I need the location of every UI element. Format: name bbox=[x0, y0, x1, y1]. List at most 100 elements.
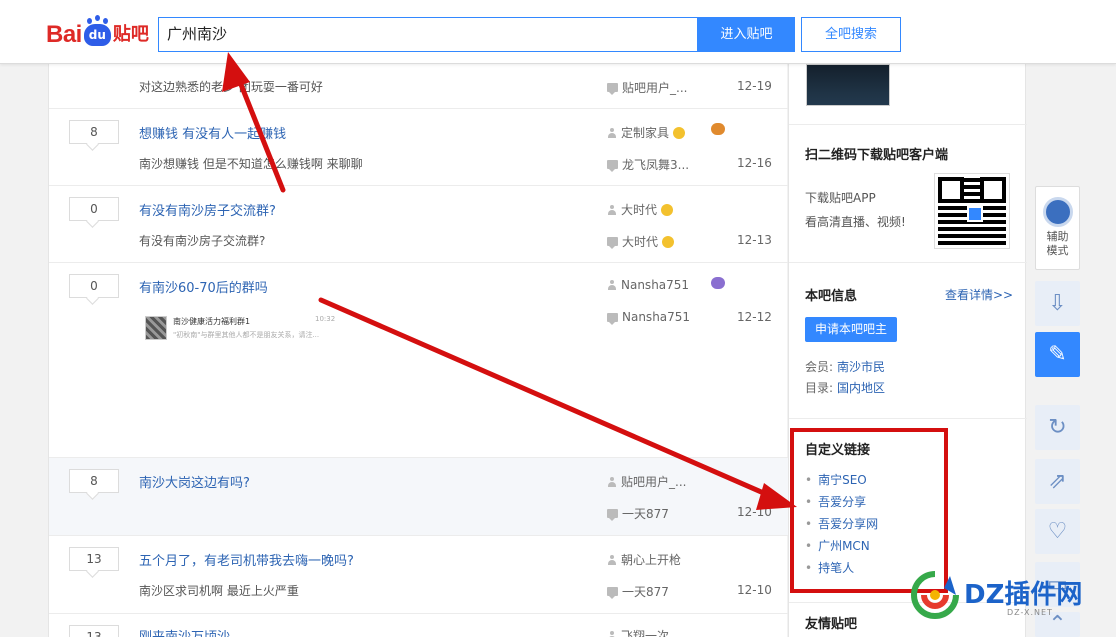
emoji-icon bbox=[662, 235, 675, 248]
forum-photo[interactable] bbox=[806, 64, 890, 106]
thread-author[interactable]: 飞翔一次 bbox=[607, 627, 669, 637]
dz-logo-icon bbox=[911, 571, 959, 619]
thumbnail-time: 10:32 bbox=[315, 315, 336, 323]
forum-info-heading: 本吧信息 bbox=[805, 289, 858, 304]
reply-count: 8 bbox=[69, 469, 119, 493]
new-post-button[interactable]: ✎ bbox=[1035, 332, 1080, 377]
thread-row: 对这边熟悉的老乡 团玩耍一番可好 贴吧用户_... 12-19 bbox=[49, 64, 788, 109]
thread-abstract: 南沙想赚钱 但是不知道怎么赚钱啊 来聊聊 bbox=[139, 157, 363, 171]
thread-abstract: 南沙区求司机啊 最近上火严重 bbox=[139, 584, 299, 598]
helper-mode-label: 模式 bbox=[1046, 244, 1069, 257]
thread-author[interactable]: 定制家具 bbox=[607, 124, 686, 141]
accessibility-icon bbox=[1042, 197, 1073, 227]
all-search-button[interactable]: 全吧搜索 bbox=[801, 17, 901, 52]
thread-list: 对这边熟悉的老乡 团玩耍一番可好 贴吧用户_... 12-19 8 想赚钱 有没… bbox=[48, 64, 788, 637]
share-icon: ⇗ bbox=[1048, 469, 1067, 494]
category-value[interactable]: 国内地区 bbox=[837, 381, 885, 395]
thread-author[interactable]: 大时代 bbox=[607, 201, 674, 218]
reply-icon bbox=[607, 237, 618, 249]
qr-text-download: 下载贴吧APP bbox=[805, 191, 876, 205]
member-value[interactable]: 南沙市民 bbox=[837, 360, 885, 374]
last-reply-name: Nansha751 bbox=[622, 310, 691, 324]
thread-abstract: 对这边熟悉的老乡 团玩耍一番可好 bbox=[139, 80, 323, 94]
logo-paw-icon: du bbox=[83, 18, 111, 46]
last-reply-user[interactable]: 贴吧用户_... bbox=[607, 79, 687, 96]
author-name: Nansha751 bbox=[621, 278, 690, 292]
like-button[interactable]: ♡ bbox=[1035, 509, 1080, 554]
thread-title[interactable]: 有南沙60-70后的群吗 bbox=[139, 277, 268, 296]
helper-mode-label: 辅助 bbox=[1046, 230, 1069, 243]
thread-author[interactable]: 朝心上开枪 bbox=[607, 551, 681, 568]
reply-count: 13 bbox=[69, 625, 119, 637]
last-reply-user[interactable]: 龙飞凤舞3... bbox=[607, 156, 689, 173]
qr-heading: 扫二维码下载贴吧客户端 bbox=[805, 148, 949, 163]
last-reply-name: 龙飞凤舞3... bbox=[622, 158, 690, 172]
member-badge-icon bbox=[711, 123, 725, 135]
user-icon bbox=[607, 280, 617, 290]
last-reply-user[interactable]: 大时代 bbox=[607, 233, 675, 250]
view-details-link[interactable]: 查看详情>> bbox=[945, 286, 1013, 303]
user-icon bbox=[607, 127, 617, 138]
thread-title[interactable]: 南沙大岗这边有吗? bbox=[139, 472, 250, 491]
logo-tieba-text: 贴吧 bbox=[112, 24, 149, 45]
thread-date: 12-19 bbox=[737, 79, 772, 93]
thread-title[interactable]: 五个月了，有老司机带我去嗨一晚吗? bbox=[139, 550, 354, 569]
divider bbox=[789, 418, 1027, 419]
last-reply-name: 一天877 bbox=[622, 507, 669, 521]
reply-icon bbox=[607, 509, 618, 521]
last-reply-user[interactable]: 一天877 bbox=[607, 583, 669, 600]
reply-icon bbox=[607, 587, 618, 599]
reply-count: 8 bbox=[69, 120, 119, 144]
thread-date: 12-12 bbox=[737, 310, 772, 324]
member-info: 会员: 南沙市民 bbox=[805, 358, 885, 375]
reply-count: 13 bbox=[69, 547, 119, 571]
thread-title[interactable]: 想赚钱 有没有人一起赚钱 bbox=[139, 123, 286, 142]
thread-date: 12-10 bbox=[737, 583, 772, 597]
thread-author[interactable]: 贴吧用户_... bbox=[607, 473, 686, 490]
divider bbox=[789, 262, 1027, 263]
thread-title[interactable]: 刚来南沙万顷沙 bbox=[139, 626, 230, 637]
thread-row: 0 有南沙60-70后的群吗 南沙健康活力福利群1 "初秋南"与群里其他人都不是… bbox=[49, 263, 788, 458]
member-label: 会员: bbox=[805, 360, 834, 374]
refresh-button[interactable]: ↻ bbox=[1035, 405, 1080, 450]
reply-icon bbox=[607, 312, 618, 325]
thread-date: 12-16 bbox=[737, 156, 772, 170]
last-reply-user[interactable]: Nansha751 bbox=[607, 310, 691, 325]
last-reply-name: 一天877 bbox=[622, 585, 669, 599]
thread-title[interactable]: 有没有南沙房子交流群? bbox=[139, 200, 276, 219]
qr-code-icon bbox=[934, 173, 1010, 249]
edit-icon: ✎ bbox=[1048, 342, 1067, 367]
category-label: 目录: bbox=[805, 381, 834, 395]
refresh-icon: ↻ bbox=[1048, 415, 1067, 440]
logo-bai-text: Bai bbox=[46, 21, 82, 48]
user-icon bbox=[607, 476, 617, 487]
thumbnail-title: 南沙健康活力福利群1 bbox=[173, 317, 251, 326]
thread-author[interactable]: Nansha751 bbox=[607, 278, 689, 292]
thread-row: 8 想赚钱 有没有人一起赚钱 南沙想赚钱 但是不知道怎么赚钱啊 来聊聊 定制家具… bbox=[49, 109, 788, 186]
emoji-icon bbox=[661, 203, 674, 216]
right-sidebar: 扫二维码下载贴吧客户端 下载贴吧APP 看高清直播、视频! 本吧信息 查看详情>… bbox=[788, 64, 1027, 637]
thread-thumbnail[interactable]: 南沙健康活力福利群1 "初秋南"与群里其他人都不是朋友关系，请注... 10:3… bbox=[145, 313, 335, 343]
user-icon bbox=[607, 630, 617, 637]
last-reply-name: 贴吧用户_... bbox=[622, 81, 688, 95]
group-avatar-icon bbox=[145, 316, 167, 340]
top-header: Bai du 贴吧 广州南沙 进入贴吧 全吧搜索 bbox=[0, 0, 1116, 64]
last-reply-user[interactable]: 一天877 bbox=[607, 505, 669, 522]
emoji-icon bbox=[673, 126, 686, 139]
author-name: 朝心上开枪 bbox=[621, 553, 682, 567]
download-app-button[interactable]: ⇩ bbox=[1035, 281, 1080, 326]
member-badge-icon bbox=[711, 277, 725, 289]
heart-icon: ♡ bbox=[1047, 519, 1068, 544]
baidu-tieba-logo[interactable]: Bai du 贴吧 bbox=[46, 18, 149, 50]
thread-abstract: 有没有南沙房子交流群? bbox=[139, 234, 266, 248]
user-icon bbox=[607, 554, 617, 565]
search-input[interactable]: 广州南沙 bbox=[158, 17, 698, 52]
thread-row: 0 有没有南沙房子交流群? 有没有南沙房子交流群? 大时代 大时代 12-13 bbox=[49, 186, 788, 263]
author-name: 大时代 bbox=[621, 203, 658, 217]
thread-date: 12-10 bbox=[737, 505, 772, 519]
enter-tieba-button[interactable]: 进入贴吧 bbox=[698, 17, 795, 52]
share-button[interactable]: ⇗ bbox=[1035, 459, 1080, 504]
apply-owner-button[interactable]: 申请本吧吧主 bbox=[805, 317, 897, 342]
download-icon: ⇩ bbox=[1048, 291, 1067, 316]
helper-mode-button[interactable]: 辅助 模式 bbox=[1035, 186, 1080, 270]
